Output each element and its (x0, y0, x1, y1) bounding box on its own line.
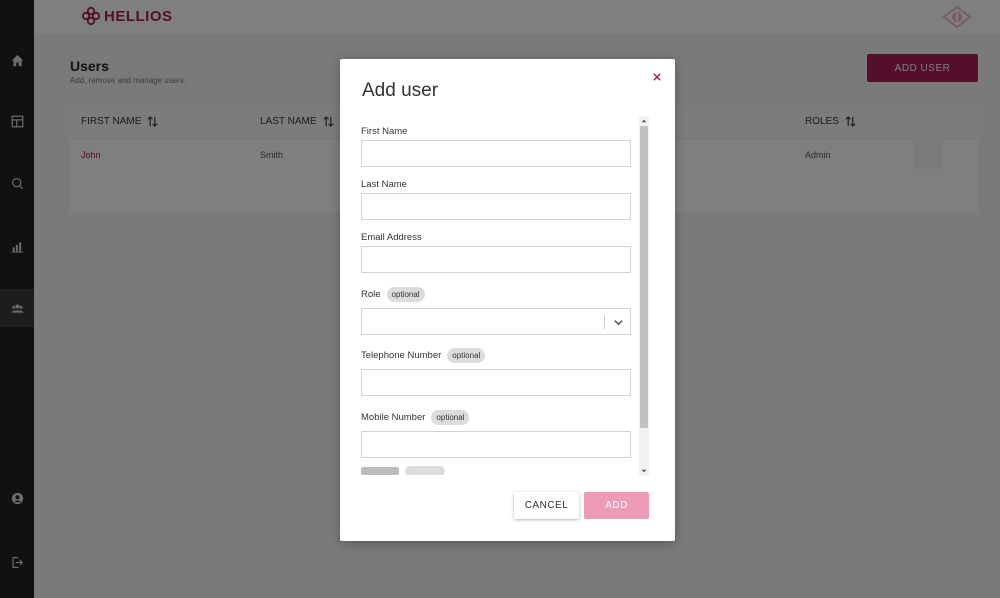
close-icon (653, 73, 661, 81)
telephone-label: Telephone Number optional (361, 348, 486, 363)
form-scroll-area: First Name Last Name Email Address Role … (361, 115, 650, 475)
dialog-title: Add user (362, 80, 439, 101)
add-user-dialog: Add user First Name Last Name Email Addr… (340, 59, 675, 541)
arrow-up-icon (641, 119, 647, 123)
select-divider (604, 315, 605, 329)
scroll-down-arrow[interactable] (639, 466, 649, 476)
mobile-input[interactable] (361, 431, 631, 458)
role-label: Role optional (361, 287, 425, 302)
scroll-thumb[interactable] (640, 126, 648, 428)
email-label: Email Address (361, 232, 422, 243)
cut-off-badge (405, 466, 445, 475)
last-name-input[interactable] (361, 193, 631, 220)
cut-off-label-text (361, 467, 399, 475)
arrow-down-icon (641, 469, 647, 473)
mobile-label: Mobile Number optional (361, 410, 470, 425)
form-scrollbar[interactable] (639, 116, 649, 476)
cut-off-field-label (361, 466, 445, 475)
add-button[interactable]: ADD (584, 492, 649, 519)
first-name-input[interactable] (361, 140, 631, 167)
optional-badge: optional (431, 410, 470, 425)
first-name-label: First Name (361, 126, 408, 137)
optional-badge: optional (386, 287, 425, 302)
email-input[interactable] (361, 246, 631, 273)
role-select[interactable] (361, 308, 631, 335)
optional-badge: optional (447, 348, 486, 363)
cancel-button[interactable]: CANCEL (514, 492, 579, 519)
telephone-input[interactable] (361, 369, 631, 396)
close-button[interactable] (651, 71, 663, 83)
scroll-up-arrow[interactable] (639, 116, 649, 126)
last-name-label: Last Name (361, 179, 407, 190)
chevron-down-icon (614, 320, 623, 326)
